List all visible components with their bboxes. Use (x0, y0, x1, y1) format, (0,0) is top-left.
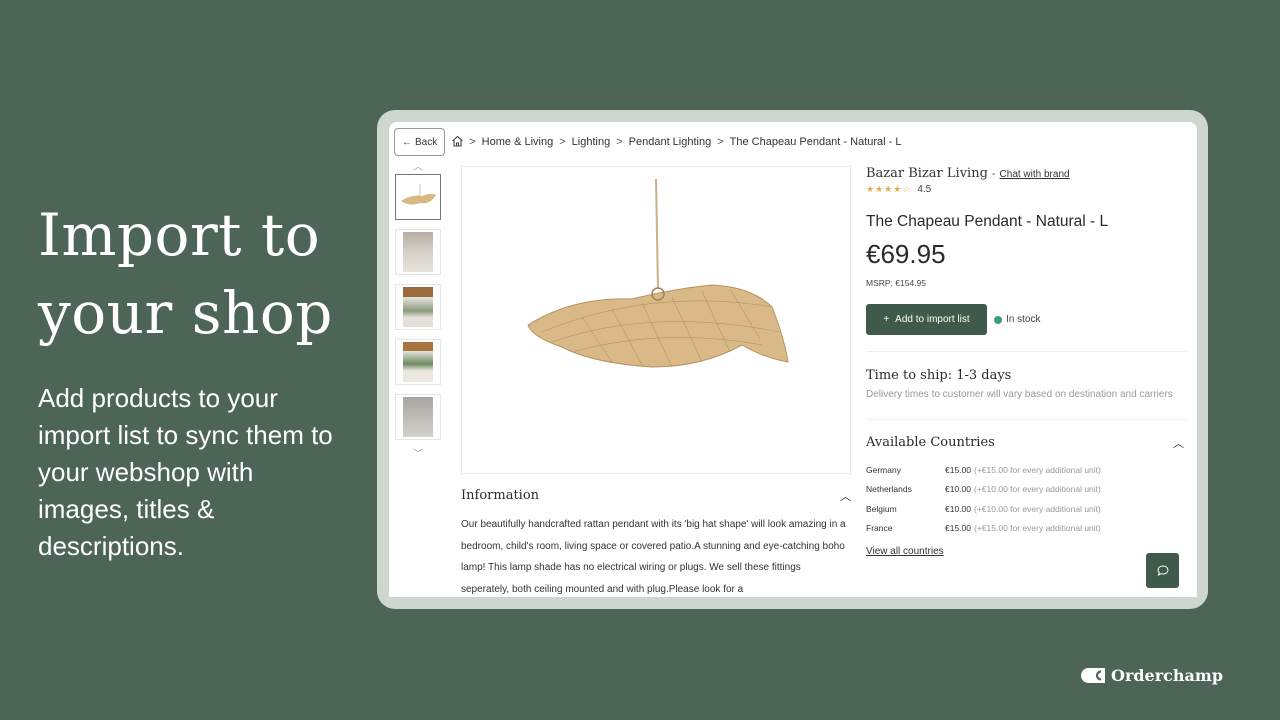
divider (866, 351, 1188, 352)
product-price: €69.95 (866, 239, 946, 269)
home-icon[interactable] (451, 135, 464, 150)
country-extra: (+€10.00 for every additional unit) (974, 503, 1101, 514)
country-price: €15.00 (945, 464, 971, 475)
brand-line: Bazar Bizar Living - Chat with brand (866, 166, 1188, 181)
thumbnail-gallery: ︿ ﹀ (395, 162, 441, 461)
back-label: Back (415, 136, 438, 148)
star-rating-icon: ★★★★☆ (866, 184, 912, 194)
breadcrumb-separator: > (717, 136, 724, 148)
shipping-title: Time to ship: 1-3 days (866, 368, 1012, 383)
divider (866, 419, 1188, 420)
chevron-down-icon[interactable]: ﹀ (395, 449, 441, 461)
msrp: MSRP: €154.95 (866, 278, 927, 288)
breadcrumb: ← Back > Home & Living > Lighting > Pend… (394, 128, 907, 156)
breadcrumb-item-pendant-lighting[interactable]: Pendant Lighting (629, 136, 712, 148)
information-body: Our beautifully handcrafted rattan penda… (461, 519, 846, 595)
stock-status: In stock (994, 314, 1040, 325)
add-button-label: Add to import list (895, 314, 970, 325)
chevron-up-icon[interactable]: ︿ (395, 162, 441, 174)
country-price: €10.00 (945, 503, 971, 514)
product-details: Bazar Bizar Living - Chat with brand ★★★… (866, 166, 1188, 559)
country-price: €15.00 (945, 523, 971, 534)
available-countries-section: Available Countries ︿ Germany €15.00 (+€15.… (866, 435, 1188, 559)
country-extra: (+€10.00 for every additional unit) (974, 484, 1101, 495)
country-extra: (+€15.00 for every additional unit) (974, 523, 1101, 534)
country-extra: (+€15.00 for every additional unit) (974, 464, 1101, 475)
country-row: France €15.00 (+€15.00 for every additiona… (866, 519, 1188, 539)
countries-list: Germany €15.00 (+€15.00 for every addition… (866, 460, 1188, 538)
breadcrumb-item-home-living[interactable]: Home & Living (482, 136, 554, 148)
chat-with-brand-link[interactable]: Chat with brand (1000, 169, 1070, 180)
brand-separator: - (992, 169, 996, 180)
product-title: The Chapeau Pendant - Natural - L (866, 213, 1109, 230)
hero-title: Import to your shop (38, 196, 333, 352)
shipping-section: Time to ship: 1-3 days Delivery times to… (866, 368, 1188, 403)
countries-header[interactable]: Available Countries ︿ (866, 435, 1188, 451)
product-page-screenshot: ← Back > Home & Living > Lighting > Pend… (389, 122, 1197, 597)
thumbnail-image (403, 342, 433, 382)
information-section: Information ︿ Our beautifully handcrafted… (461, 488, 851, 597)
product-actions: + Add to import list In stock (866, 304, 1188, 335)
breadcrumb-item-current: The Chapeau Pendant - Natural - L (729, 136, 902, 148)
country-name: Belgium (866, 503, 897, 514)
hero-title-line-1: Import to (38, 201, 321, 269)
back-button[interactable]: ← Back (394, 128, 446, 156)
country-row: Germany €15.00 (+€15.00 for every addition… (866, 460, 1188, 480)
chat-bubble-icon (1156, 565, 1169, 576)
thumbnail[interactable] (395, 229, 441, 275)
add-to-import-list-button[interactable]: + Add to import list (866, 304, 987, 335)
country-price: €10.00 (945, 484, 971, 495)
country-name: Germany (866, 464, 901, 475)
plus-icon: + (883, 314, 890, 325)
country-name: France (866, 523, 893, 534)
country-name: Netherlands (866, 484, 912, 495)
rating-value: 4.5 (917, 184, 932, 195)
thumbnail[interactable] (395, 174, 441, 220)
thumbnail-image (403, 287, 433, 327)
country-row: Netherlands €10.00 (+€10.00 for every addi… (866, 480, 1188, 500)
hero-subtitle: Add products to your import list to sync… (38, 383, 333, 561)
chat-button[interactable] (1146, 553, 1179, 588)
orderchamp-logo: Orderchamp (1081, 666, 1223, 685)
information-title: Information (461, 488, 540, 503)
countries-title: Available Countries (866, 435, 995, 450)
orderchamp-logo-icon (1081, 668, 1105, 683)
rating: ★★★★☆ 4.5 (866, 184, 1188, 195)
orderchamp-logo-text: Orderchamp (1111, 666, 1224, 685)
thumbnail[interactable] (395, 394, 441, 440)
main-product-image[interactable] (461, 166, 851, 474)
stock-dot-icon (994, 315, 1002, 324)
thumbnail-image (403, 397, 433, 437)
information-header[interactable]: Information ︿ (461, 488, 851, 504)
breadcrumb-item-lighting[interactable]: Lighting (572, 136, 611, 148)
hero-title-line-2: your shop (38, 279, 333, 347)
country-row: Belgium €10.00 (+€10.00 for every addition… (866, 499, 1188, 519)
breadcrumb-separator: > (469, 136, 476, 148)
breadcrumb-separator: > (559, 136, 566, 148)
view-all-countries-link[interactable]: View all countries (866, 546, 944, 557)
breadcrumb-separator: > (616, 136, 623, 148)
thumbnail[interactable] (395, 339, 441, 385)
shipping-note: Delivery times to customer will vary bas… (866, 389, 1173, 400)
arrow-left-icon: ← (402, 136, 412, 148)
brand-name[interactable]: Bazar Bizar Living (866, 166, 988, 181)
thumbnail-image (403, 232, 433, 272)
chevron-up-icon[interactable]: ︿ (1173, 435, 1184, 451)
thumbnail[interactable] (395, 284, 441, 330)
chevron-up-icon[interactable]: ︿ (840, 488, 851, 504)
stock-label: In stock (1006, 314, 1041, 325)
